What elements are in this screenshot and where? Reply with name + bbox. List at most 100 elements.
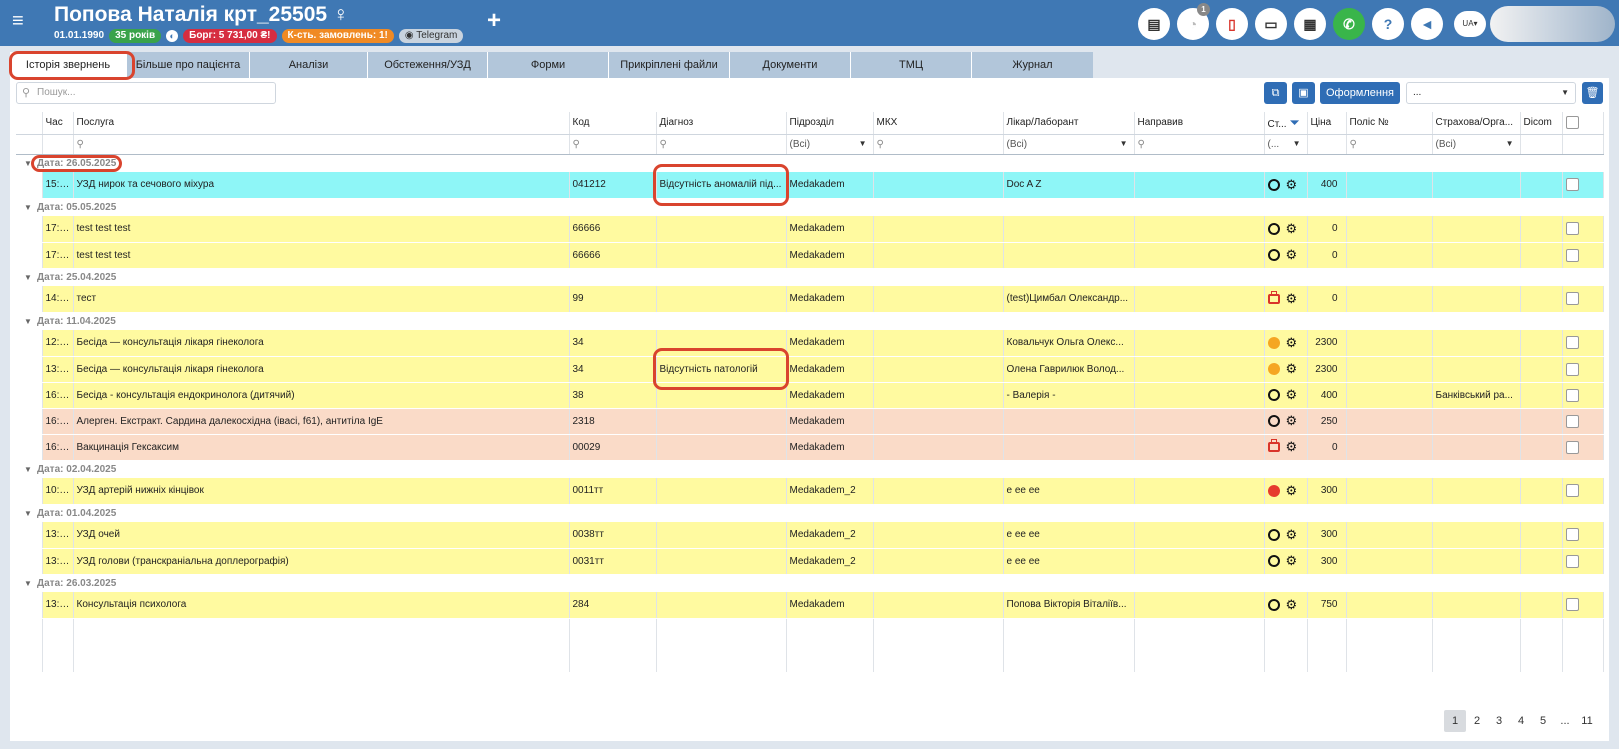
row-checkbox[interactable] bbox=[1565, 528, 1579, 542]
col-referred[interactable]: Направив bbox=[1134, 112, 1265, 135]
row-checkbox[interactable] bbox=[1565, 248, 1579, 262]
table-row[interactable]: 13:24 Консультація психолога 284 Medakadem П… bbox=[16, 592, 1604, 619]
gear-icon[interactable]: ⚙ bbox=[1286, 336, 1298, 349]
col-department[interactable]: Підрозділ bbox=[786, 112, 874, 135]
chat-icon[interactable]: ▤ bbox=[1138, 8, 1170, 40]
col-price[interactable]: Ціна bbox=[1307, 112, 1347, 135]
search-input[interactable]: ⚲ Пошук... bbox=[16, 82, 276, 104]
row-checkbox[interactable] bbox=[1565, 440, 1579, 454]
page-button[interactable]: 4 bbox=[1510, 710, 1532, 732]
page-button[interactable]: 1 bbox=[1444, 710, 1466, 732]
gear-icon[interactable]: ⚙ bbox=[1286, 222, 1298, 235]
delete-button[interactable]: 🗑 bbox=[1582, 82, 1603, 104]
group-row[interactable]: ▼ Дата: 02.04.2025 bbox=[16, 460, 1603, 478]
gear-icon[interactable]: ⚙ bbox=[1286, 248, 1298, 261]
gear-icon[interactable]: ⚙ bbox=[1286, 554, 1298, 567]
row-checkbox[interactable] bbox=[1565, 484, 1579, 498]
globe-icon[interactable]: ◐ bbox=[166, 29, 179, 42]
cell-status[interactable]: ⚙ bbox=[1264, 522, 1308, 549]
row-checkbox[interactable] bbox=[1565, 336, 1579, 350]
card-icon[interactable]: ▭ bbox=[1255, 8, 1287, 40]
row-checkbox[interactable] bbox=[1565, 554, 1579, 568]
filter-status[interactable]: (... ▼ bbox=[1264, 134, 1308, 155]
group-row[interactable]: ▼ Дата: 26.03.2025 bbox=[16, 574, 1603, 592]
tab-forms[interactable]: Форми bbox=[488, 52, 609, 78]
page-button[interactable]: 11 bbox=[1576, 710, 1598, 732]
gear-icon[interactable]: ⚙ bbox=[1286, 528, 1298, 541]
group-row[interactable]: ▼ Дата: 01.04.2025 bbox=[16, 504, 1603, 522]
page-button[interactable]: 5 bbox=[1532, 710, 1554, 732]
col-mkh[interactable]: МКХ bbox=[873, 112, 1004, 135]
tab-files[interactable]: Прикріплені файли bbox=[609, 52, 730, 78]
col-service[interactable]: Послуга bbox=[73, 112, 570, 135]
gear-icon[interactable]: ⚙ bbox=[1286, 414, 1298, 427]
group-row[interactable]: ▼ Дата: 11.04.2025 bbox=[16, 312, 1603, 330]
tab-exams[interactable]: Обстеження/УЗД bbox=[368, 52, 488, 78]
gear-icon[interactable]: ⚙ bbox=[1286, 440, 1298, 453]
printer-icon[interactable] bbox=[1267, 439, 1280, 452]
cell-status[interactable]: ⚙ bbox=[1264, 172, 1308, 199]
row-checkbox[interactable] bbox=[1565, 598, 1579, 612]
table-row[interactable]: 17:18 test test test 66666 Medakadem ⚙ 0 bbox=[16, 216, 1604, 243]
filter-diagnosis[interactable]: ⚲ bbox=[656, 134, 787, 155]
collapse-icon[interactable]: ▼ bbox=[19, 317, 37, 326]
group-row[interactable]: ▼ Дата: 26.05.2025 bbox=[16, 154, 1603, 172]
add-icon[interactable]: + bbox=[487, 9, 501, 33]
table-row[interactable]: 10:00 УЗД артерій нижніх кінцівок 0011тт Me… bbox=[16, 478, 1604, 505]
col-time[interactable]: Час bbox=[42, 112, 74, 135]
chrome-icon[interactable]: ◔ 1 bbox=[1177, 3, 1210, 40]
filter-department[interactable]: (Всі) ▼ bbox=[786, 134, 874, 155]
filter-code[interactable]: ⚲ bbox=[569, 134, 657, 155]
collapse-icon[interactable]: ▼ bbox=[19, 159, 37, 168]
table-row[interactable]: 13:11 УЗД голови (транскраніальна доплеро… bbox=[16, 548, 1604, 575]
gear-icon[interactable]: ⚙ bbox=[1286, 388, 1298, 401]
filter-policy[interactable]: ⚲ bbox=[1346, 134, 1433, 155]
col-code[interactable]: Код bbox=[569, 112, 657, 135]
tab-documents[interactable]: Документи bbox=[730, 52, 851, 78]
col-diagnosis[interactable]: Діагноз bbox=[656, 112, 787, 135]
design-button[interactable]: Оформлення bbox=[1320, 82, 1400, 104]
row-checkbox[interactable] bbox=[1565, 292, 1579, 306]
gear-icon[interactable]: ⚙ bbox=[1286, 292, 1298, 305]
col-dicom[interactable]: Dicom bbox=[1520, 112, 1563, 135]
table-row[interactable]: 16:49 Алерген. Екстракт. Сардина далекосх… bbox=[16, 408, 1604, 435]
megaphone-icon[interactable]: ◄ bbox=[1411, 8, 1443, 40]
collapse-icon[interactable]: ▼ bbox=[19, 509, 37, 518]
user-avatar[interactable] bbox=[1490, 6, 1615, 42]
filter-mkh[interactable]: ⚲ bbox=[873, 134, 1004, 155]
phone-icon[interactable]: ✆ bbox=[1333, 8, 1365, 40]
table-row[interactable]: 15:59 УЗД нирок та сечового міхура 041212 В… bbox=[16, 172, 1604, 199]
cell-status[interactable]: ⚙ bbox=[1264, 382, 1308, 409]
gear-icon[interactable]: ⚙ bbox=[1286, 178, 1298, 191]
table-row[interactable]: 17:26 test test test 66666 Medakadem ⚙ 0 bbox=[16, 242, 1604, 269]
col-insurance[interactable]: Страхова/Орга... bbox=[1432, 112, 1521, 135]
cell-status[interactable]: ⚙ bbox=[1264, 216, 1308, 243]
collapse-icon[interactable]: ▼ bbox=[19, 579, 37, 588]
group-row[interactable]: ▼ Дата: 25.04.2025 bbox=[16, 268, 1603, 286]
gear-icon[interactable]: ⚙ bbox=[1286, 598, 1298, 611]
cell-status[interactable]: ⚙ bbox=[1264, 434, 1308, 461]
cell-status[interactable]: ⚙ bbox=[1264, 408, 1308, 435]
table-row[interactable]: 16:49 Вакцинація Гексаксим 00029 Medakadem ⚙… bbox=[16, 434, 1604, 461]
cell-status[interactable]: ⚙ bbox=[1264, 592, 1308, 619]
gear-icon[interactable]: ⚙ bbox=[1286, 362, 1298, 375]
calculator-icon[interactable]: ▦ bbox=[1294, 8, 1326, 40]
row-checkbox[interactable] bbox=[1565, 362, 1579, 376]
page-button[interactable]: 3 bbox=[1488, 710, 1510, 732]
row-checkbox[interactable] bbox=[1565, 222, 1579, 236]
copy-button[interactable]: ⧉ bbox=[1264, 82, 1287, 104]
pdf-icon[interactable]: ▯ bbox=[1216, 8, 1248, 40]
select-all-checkbox[interactable] bbox=[1565, 116, 1579, 130]
row-checkbox[interactable] bbox=[1565, 388, 1579, 402]
filter-referred[interactable]: ⚲ bbox=[1134, 134, 1265, 155]
col-policy[interactable]: Поліс № bbox=[1346, 112, 1433, 135]
collapse-icon[interactable]: ▼ bbox=[19, 465, 37, 474]
tab-inventory[interactable]: ТМЦ bbox=[851, 52, 972, 78]
language-select[interactable]: UA▾ bbox=[1454, 11, 1486, 37]
table-row[interactable]: 14:26 тест 99 Medakadem (test)Цимбал Олексан… bbox=[16, 286, 1604, 313]
table-row[interactable]: 13:05 Бесіда — консультація лікаря гінеко… bbox=[16, 356, 1604, 383]
col-doctor[interactable]: Лікар/Лаборант bbox=[1003, 112, 1135, 135]
page-button[interactable]: ... bbox=[1554, 710, 1576, 732]
filter-doctor[interactable]: (Всі) ▼ bbox=[1003, 134, 1135, 155]
help-icon[interactable]: ? bbox=[1372, 8, 1404, 40]
